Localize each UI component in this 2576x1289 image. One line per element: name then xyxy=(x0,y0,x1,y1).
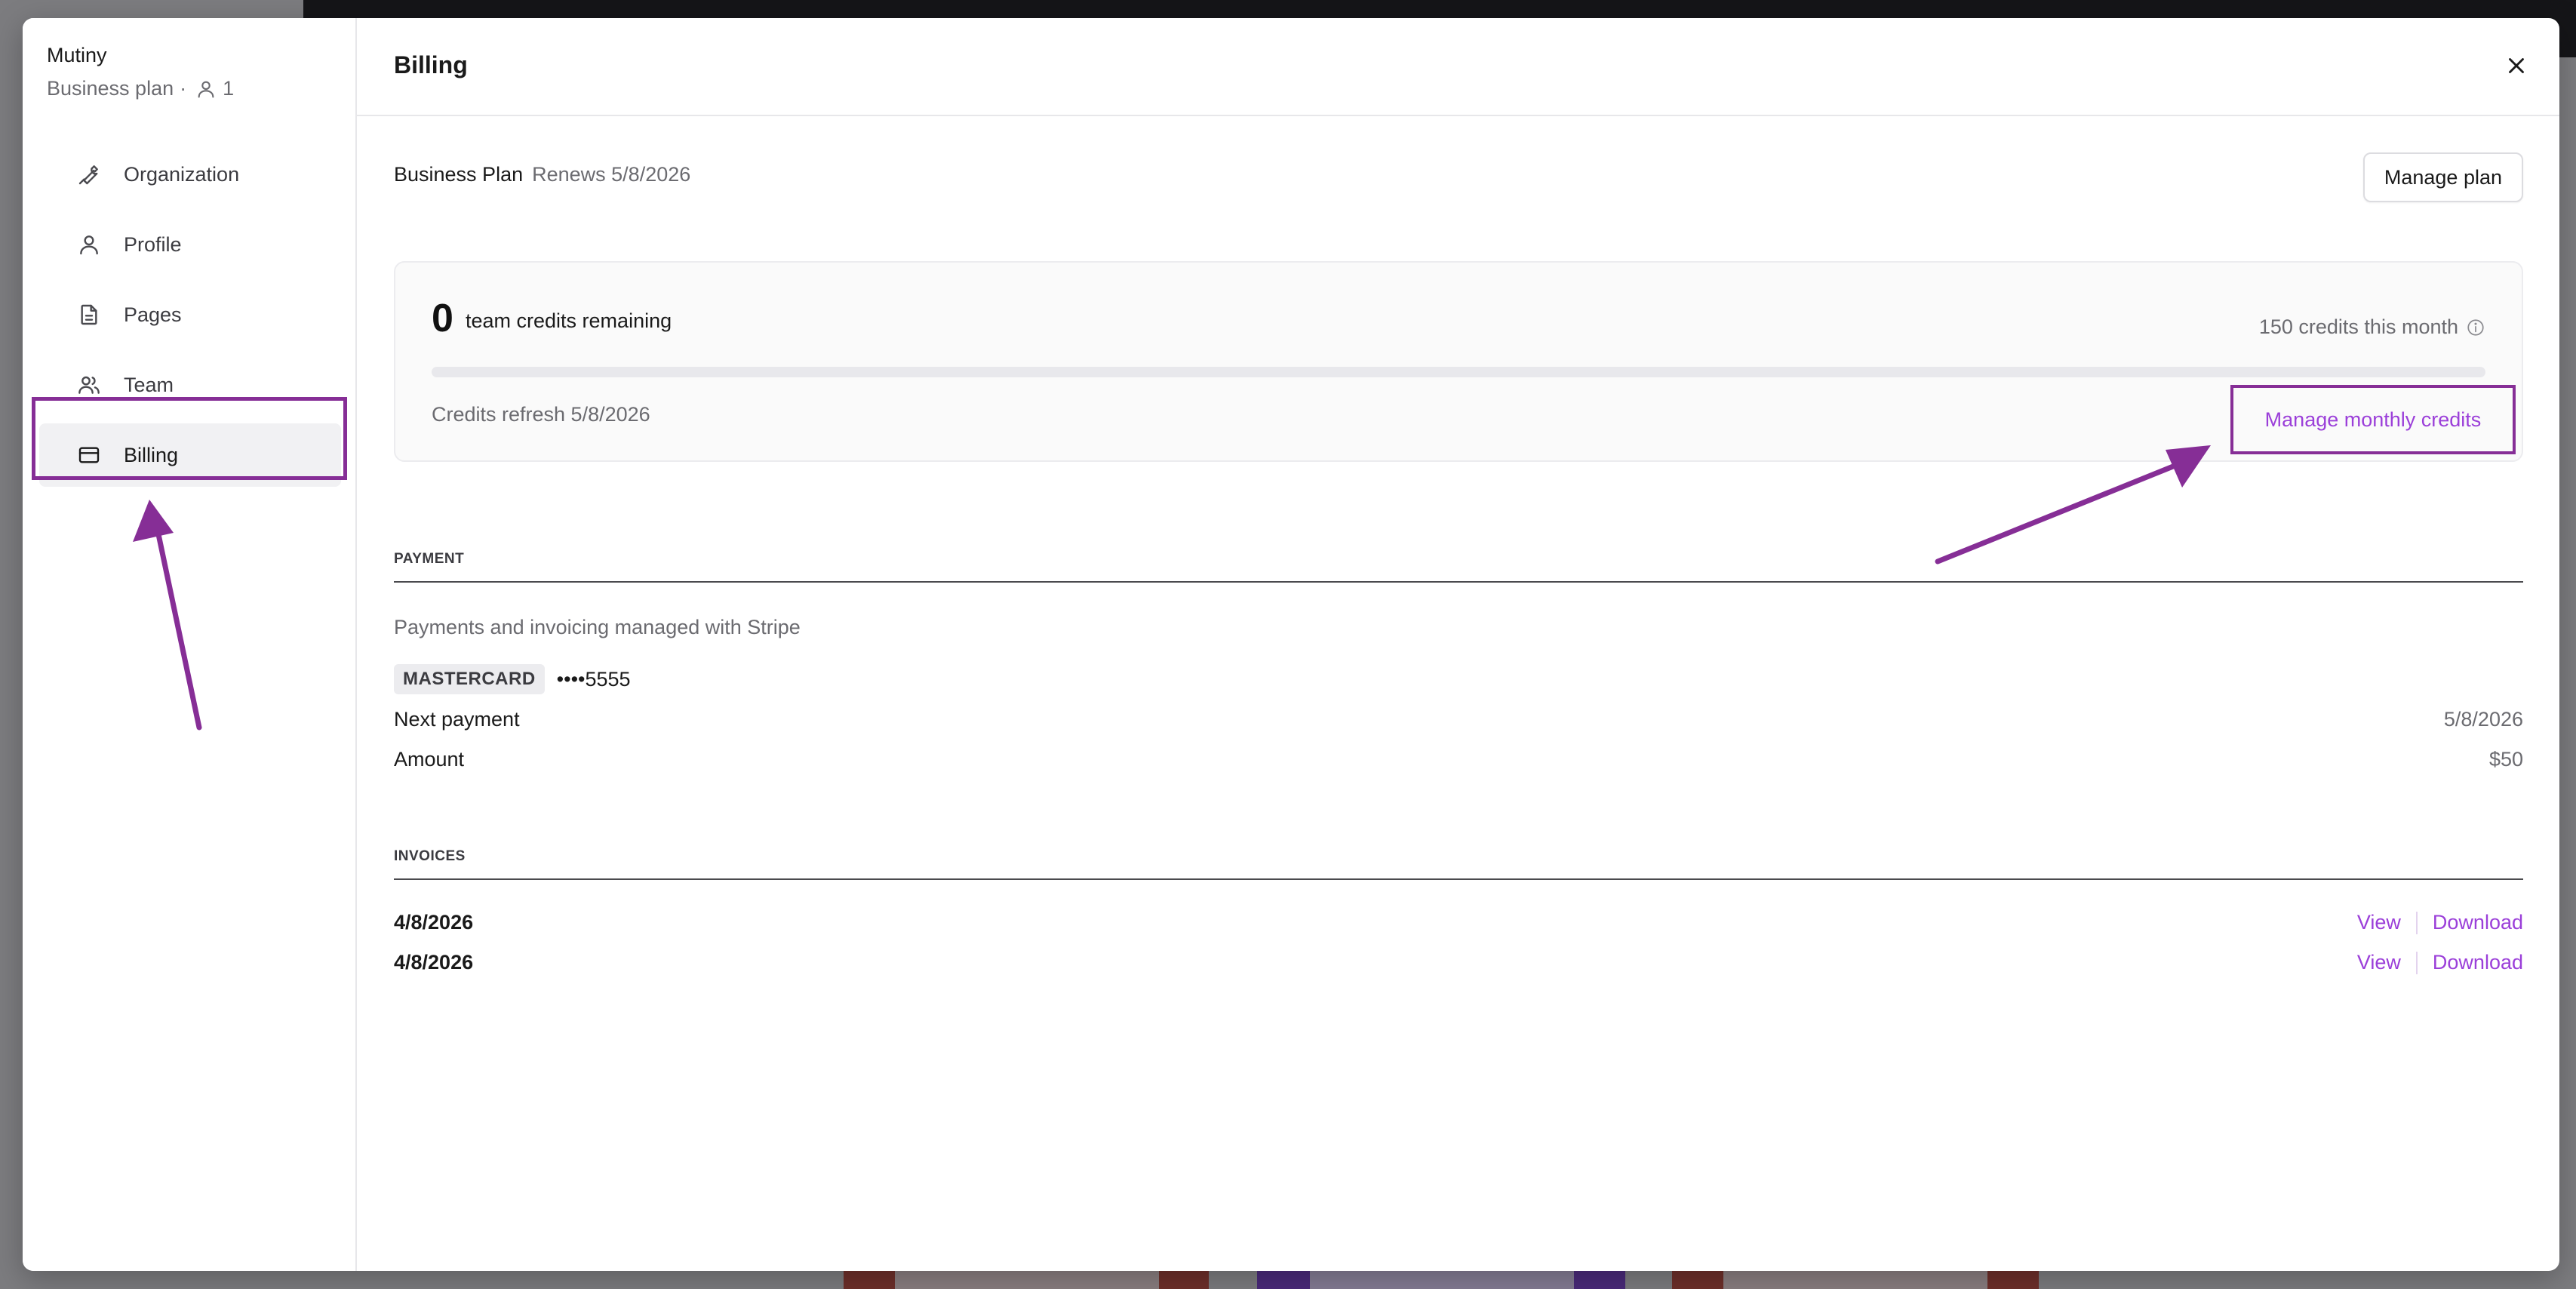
plan-renewal: Renews 5/8/2026 xyxy=(532,163,691,186)
next-payment-value: 5/8/2026 xyxy=(2443,708,2523,731)
sidebar-item-profile[interactable]: Profile xyxy=(39,213,341,276)
settings-sidebar: Mutiny Business plan · 1 Organization Pr… xyxy=(23,18,357,1271)
sidebar-item-organization[interactable]: Organization xyxy=(39,143,341,206)
user-icon xyxy=(80,235,98,255)
divider xyxy=(2415,951,2418,974)
invoice-actions: View Download xyxy=(2357,951,2523,974)
manage-plan-button[interactable]: Manage plan xyxy=(2362,152,2523,202)
billing-modal: Mutiny Business plan · 1 Organization Pr… xyxy=(23,18,2559,1271)
plan-name: Business Plan xyxy=(394,163,524,186)
user-icon xyxy=(198,81,214,98)
invoice-view-link[interactable]: View xyxy=(2357,911,2401,934)
backdrop-content xyxy=(0,1269,2576,1289)
billing-main: Billing Business Plan Renews 5/8/2026 Ma… xyxy=(357,18,2559,1271)
sidebar-item-pages[interactable]: Pages xyxy=(39,283,341,346)
sidebar-item-label: Billing xyxy=(124,443,179,466)
page-title: Billing xyxy=(394,51,468,78)
credits-card: 0 team credits remaining 150 credits thi… xyxy=(394,261,2523,462)
sidebar-item-team[interactable]: Team xyxy=(39,353,341,417)
sidebar-item-label: Team xyxy=(124,373,174,396)
card-brand-badge: MASTERCARD xyxy=(394,664,545,694)
invoice-date: 4/8/2026 xyxy=(394,911,474,934)
amount-value: $50 xyxy=(2488,748,2523,771)
sidebar-item-billing[interactable]: Billing xyxy=(39,423,341,487)
next-payment-row: Next payment 5/8/2026 xyxy=(394,708,2523,731)
invoice-download-link[interactable]: Download xyxy=(2433,951,2523,974)
credits-this-month: 150 credits this month xyxy=(2259,315,2485,339)
close-icon[interactable] xyxy=(2504,53,2529,78)
invoices-section-title: INVOICES xyxy=(394,848,2523,880)
plan-summary: Business Plan Renews 5/8/2026 xyxy=(394,163,690,186)
card-number: ••••5555 xyxy=(556,667,631,691)
invoice-row: 4/8/2026 View Download xyxy=(394,951,2523,974)
invoice-view-link[interactable]: View xyxy=(2357,951,2401,974)
modal-header: Billing xyxy=(357,18,2559,116)
team-icon xyxy=(78,376,100,394)
next-payment-label: Next payment xyxy=(394,708,520,731)
invoice-row: 4/8/2026 View Download xyxy=(394,911,2523,934)
sidebar-item-label: Pages xyxy=(124,303,182,326)
credits-remaining-label: team credits remaining xyxy=(466,309,672,332)
document-icon xyxy=(81,304,97,325)
credits-count: 0 xyxy=(432,297,453,340)
sidebar-item-label: Profile xyxy=(124,232,182,256)
wrench-icon xyxy=(78,165,98,185)
credit-card-icon xyxy=(78,447,100,463)
payment-card: MASTERCARD ••••5555 xyxy=(394,664,631,694)
divider xyxy=(2415,911,2418,934)
amount-label: Amount xyxy=(394,748,465,771)
separator: · xyxy=(180,77,187,100)
member-count: 1 xyxy=(223,77,235,100)
settings-nav: Organization Profile Pages Team Billing xyxy=(39,143,341,494)
invoice-download-link[interactable]: Download xyxy=(2433,911,2523,934)
credits-progress-bar xyxy=(432,367,2485,377)
amount-row: Amount $50 xyxy=(394,748,2523,771)
credits-month-label: 150 credits this month xyxy=(2258,315,2458,338)
credits-refresh-date: Credits refresh 5/8/2026 xyxy=(432,403,650,426)
payment-description: Payments and invoicing managed with Stri… xyxy=(394,616,801,638)
org-name: Mutiny xyxy=(47,44,107,66)
info-icon[interactable] xyxy=(2466,318,2485,337)
org-meta: Business plan · 1 xyxy=(47,77,234,100)
payment-section-title: PAYMENT xyxy=(394,551,2523,583)
invoice-date: 4/8/2026 xyxy=(394,951,474,974)
plan-label: Business plan xyxy=(47,77,174,100)
manage-monthly-credits-link[interactable]: Manage monthly credits xyxy=(2230,385,2516,454)
sidebar-item-label: Organization xyxy=(124,162,240,186)
invoice-actions: View Download xyxy=(2357,911,2523,934)
